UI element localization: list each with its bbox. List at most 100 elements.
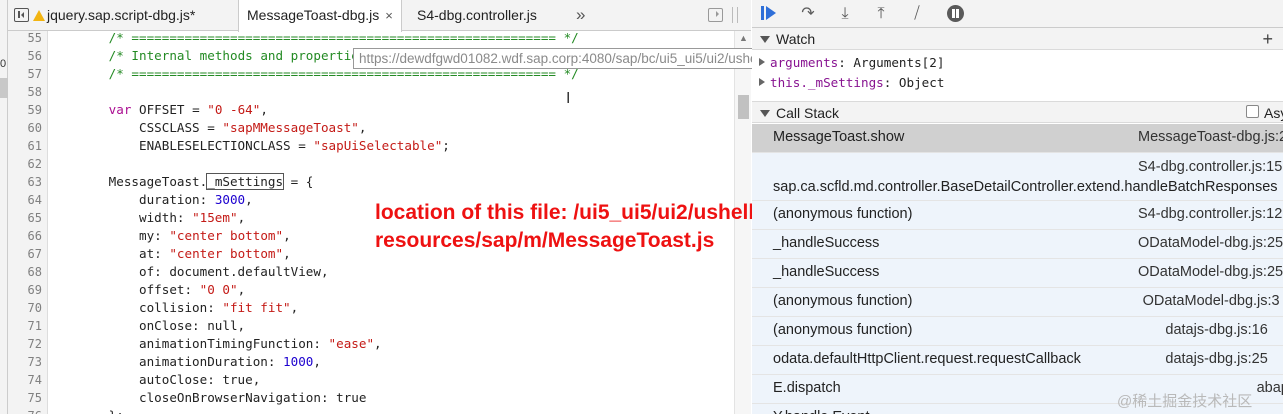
pause-icon [946,5,964,22]
code-token: "ease" [328,336,375,351]
tab-messagetoast[interactable]: MessageToast-dbg.js × [238,0,402,32]
callstack-frame[interactable]: _handleSuccess ODataModel-dbg.js:25 [752,259,1283,288]
scroll-up-icon[interactable]: ▲ [739,33,748,43]
line-number[interactable]: 59 [8,101,42,119]
line-number[interactable]: 58 [8,83,42,101]
code-token: onClose: null, [48,318,246,333]
line-number[interactable]: 73 [8,353,42,371]
line-number[interactable]: 62 [8,155,42,173]
code-token: , [313,354,321,369]
resume-icon [761,6,777,20]
collapse-arrow-icon[interactable] [759,78,765,86]
watch-section-header[interactable]: Watch + [752,28,1283,50]
code-line: /* =====================================… [48,31,579,47]
code-line: /* Internal methods and properties [48,47,367,65]
callstack-frame[interactable]: (anonymous function) S4-dbg.controller.js… [752,201,1283,230]
step-into-button[interactable]: ⤓ [833,3,857,25]
async-checkbox[interactable] [1246,105,1259,118]
watch-item[interactable]: arguments: Arguments[2] [752,54,944,72]
deactivate-breakpoints-button[interactable]: ⧸ [905,3,929,25]
more-tabs-icon[interactable]: » [576,0,585,31]
frame-function-name: Y.handle.Event [773,409,869,414]
line-number[interactable]: 74 [8,371,42,389]
close-icon[interactable]: × [385,8,393,23]
tab-label: jquery.sap.script-dbg.js* [47,7,196,23]
line-number[interactable]: 60 [8,119,42,137]
code-token: , [374,336,382,351]
line-number[interactable]: 70 [8,299,42,317]
line-number[interactable]: 68 [8,263,42,281]
scrollbar-thumb[interactable] [738,95,749,119]
tab-s4-controller[interactable]: S4-dbg.controller.js [417,0,537,31]
frame-location-link[interactable]: ODataModel-dbg.js:25 [1138,264,1283,280]
resume-button[interactable] [757,3,781,25]
callstack-frame[interactable]: (anonymous function) datajs-dbg.js:16 [752,317,1283,346]
code-token: "15em" [192,210,238,225]
code-token: var [108,102,132,117]
frame-location-link[interactable]: ODataModel-dbg.js:25 [1138,235,1283,251]
line-number[interactable]: 65 [8,209,42,227]
watch-item[interactable]: this._mSettings: Object [752,74,944,92]
line-number[interactable]: 75 [8,389,42,407]
frame-function-name: _handleSuccess [773,264,880,280]
callstack-frame[interactable]: (anonymous function) ODataModel-dbg.js:3 [752,288,1283,317]
source-editor: jquery.sap.script-dbg.js* MessageToast-d… [8,0,1005,414]
add-watch-icon[interactable]: + [1262,28,1273,50]
line-number[interactable]: 72 [8,335,42,353]
frame-location-link[interactable]: S4-dbg.controller.js:12 [1138,206,1283,222]
code-token: autoClose: true, [48,372,261,387]
toggle-debugger-icon[interactable] [708,8,723,22]
frame-location-link[interactable]: S4-dbg.controller.js:15 [1138,159,1283,175]
frame-location-link[interactable]: ODataModel-dbg.js:3 [1143,293,1283,309]
code-token: , [260,102,268,117]
line-number[interactable]: 61 [8,137,42,155]
code-token: "sapMMessageToast" [222,120,359,135]
code-line: collision: "fit fit", [48,299,298,317]
code-token: , [358,120,367,135]
code-token: animationTimingFunction: [48,336,329,351]
tab-jquery-script[interactable]: jquery.sap.script-dbg.js* [33,0,195,31]
line-number[interactable]: 67 [8,245,42,263]
callstack-frame[interactable]: odata.defaultHttpClient.request.requestC… [752,346,1283,375]
line-number[interactable]: 71 [8,317,42,335]
code-token: closeOnBrowserNavigation: true [48,390,367,405]
code-token: , [237,210,246,225]
callstack-frame[interactable]: MessageToast.show MessageToast-dbg.js:2 [752,124,1283,153]
async-label: Asy [1264,105,1283,121]
line-number[interactable]: 57 [8,65,42,83]
collapse-arrow-icon[interactable] [759,58,765,66]
code-token: ; [442,138,450,153]
line-number[interactable]: 63 [8,173,42,191]
frame-location-link[interactable]: datajs-dbg.js:25 [1165,351,1283,367]
line-number[interactable]: 76 [8,407,42,414]
code-token: at: [48,246,170,261]
frame-location-link[interactable]: MessageToast-dbg.js:2 [1138,129,1283,145]
watch-key: this._mSettings [770,75,884,90]
line-number[interactable]: 56 [8,47,42,65]
line-number[interactable]: 66 [8,227,42,245]
tabbar-divider [732,7,738,23]
code-token: /* =====================================… [108,31,579,45]
line-number[interactable]: 64 [8,191,42,209]
line-number[interactable]: 55 [8,29,42,47]
line-number-gutter[interactable]: 55 56 57 58 59 60 61 62 63 64 65 66 67 68 69 70 71 72 73 74… [8,31,48,414]
code-token: = { [283,174,314,189]
toggle-navigator-icon[interactable] [14,8,29,22]
tab-label: MessageToast-dbg.js [247,7,380,23]
code-token: }; [48,408,124,414]
pause-on-exceptions-button[interactable] [943,3,967,25]
callstack-section-header[interactable]: Call Stack Asy [752,101,1283,123]
frame-location-link[interactable]: abap [1257,380,1283,396]
frame-location-link[interactable]: datajs-dbg.js:16 [1165,322,1283,338]
step-out-button[interactable]: ⤒ [869,3,893,25]
step-out-icon: ⤒ [877,5,885,22]
callstack-frame[interactable]: sap.ca.scfld.md.controller.BaseDetailCon… [752,153,1283,201]
line-number[interactable]: 69 [8,281,42,299]
step-over-button[interactable]: ↷ [796,3,820,25]
frame-function-name: (anonymous function) [773,206,913,222]
frame-function-name: sap.ca.scfld.md.controller.BaseDetailCon… [773,179,1278,195]
callstack-frame[interactable]: _handleSuccess ODataModel-dbg.js:25 [752,230,1283,259]
frame-function-name: _handleSuccess [773,235,880,251]
tab-label: S4-dbg.controller.js [417,7,537,23]
